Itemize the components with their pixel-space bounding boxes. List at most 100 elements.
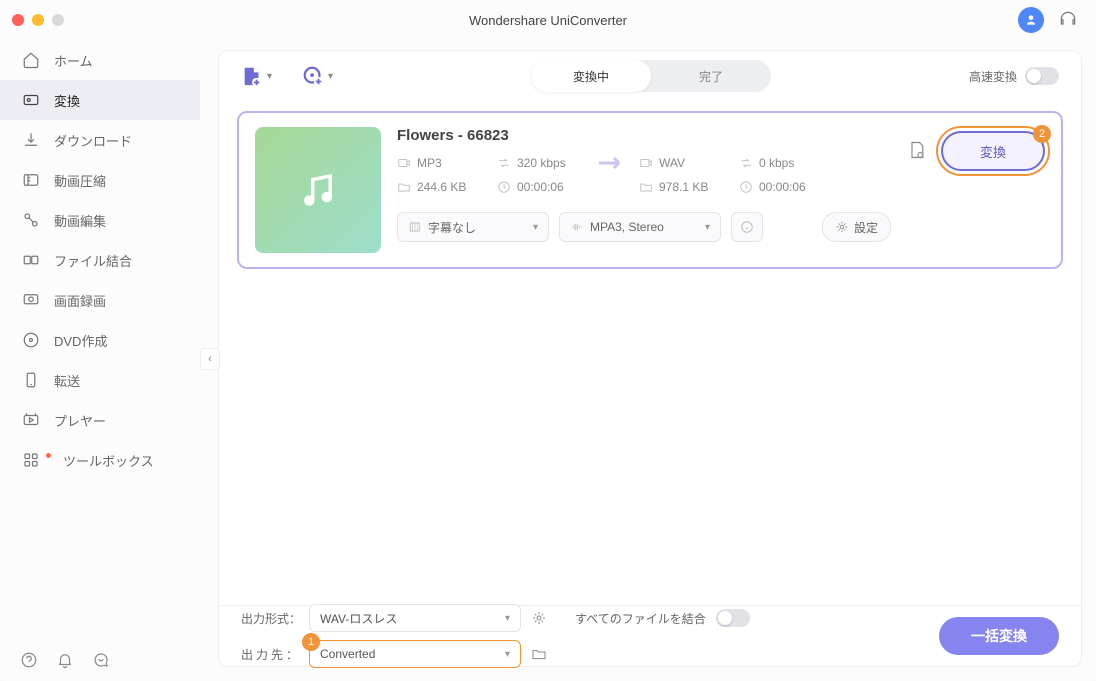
tab-converting[interactable]: 変換中 — [531, 60, 651, 92]
convert-icon — [22, 91, 40, 109]
file-gear-icon — [907, 140, 927, 160]
merge-files-label: すべてのファイルを結合 — [575, 610, 706, 627]
settings-button[interactable]: 設定 — [822, 212, 891, 242]
sidebar-item-toolbox[interactable]: ツールボックス — [0, 440, 200, 480]
app-title: Wondershare UniConverter — [469, 13, 627, 28]
sidebar-item-transfer[interactable]: 転送 — [0, 360, 200, 400]
sidebar-item-download[interactable]: ダウンロード — [0, 120, 200, 160]
sidebar-item-dvd[interactable]: DVD作成 — [0, 320, 200, 360]
music-note-icon — [297, 169, 339, 211]
convert-button[interactable]: 変換 2 — [941, 131, 1045, 171]
sidebar-item-label: 画面録画 — [54, 291, 106, 310]
maximize-window-icon[interactable] — [52, 14, 64, 26]
info-button[interactable] — [731, 212, 763, 242]
sidebar-footer — [20, 651, 110, 669]
clock-icon — [739, 180, 753, 194]
file-thumbnail — [255, 127, 381, 253]
transfer-icon — [22, 371, 40, 389]
folder-icon — [639, 180, 653, 194]
sidebar-item-label: プレヤー — [54, 411, 106, 430]
subtitle-icon — [408, 220, 422, 234]
main-panel: ▾ ▾ 変換中 完了 高速変換 Flowers - 66823 — [218, 50, 1082, 667]
folder-icon — [397, 180, 411, 194]
add-file-button[interactable]: ▾ — [241, 65, 272, 87]
clock-icon — [497, 180, 511, 194]
chevron-down-icon: ▾ — [505, 649, 510, 660]
sidebar: ホーム 変換 ダウンロード 動画圧縮 動画編集 ファイル結合 画面録画 DVD — [0, 40, 200, 681]
audio-track-select[interactable]: MPA3, Stereo ▾ — [559, 212, 721, 242]
output-format-select[interactable]: WAV-ロスレス ▾ — [309, 604, 521, 632]
toolbox-icon — [22, 451, 40, 469]
video-icon — [397, 156, 411, 170]
edit-icon — [22, 211, 40, 229]
sidebar-item-label: ホーム — [54, 51, 93, 70]
sidebar-item-label: 転送 — [54, 371, 80, 390]
convert-arrows-icon — [497, 156, 511, 170]
sidebar-item-label: 動画圧縮 — [54, 171, 106, 190]
titlebar: Wondershare UniConverter — [0, 0, 1096, 40]
sidebar-item-edit[interactable]: 動画編集 — [0, 200, 200, 240]
sidebar-item-record[interactable]: 画面録画 — [0, 280, 200, 320]
merge-files-toggle[interactable] — [716, 609, 750, 627]
window-controls — [12, 14, 64, 26]
gear-icon — [835, 220, 849, 234]
notifications-button[interactable] — [56, 651, 74, 669]
download-icon — [22, 131, 40, 149]
sidebar-item-player[interactable]: プレヤー — [0, 400, 200, 440]
add-disc-button[interactable]: ▾ — [302, 65, 333, 87]
help-button[interactable] — [20, 651, 38, 669]
player-icon — [22, 411, 40, 429]
sidebar-item-compress[interactable]: 動画圧縮 — [0, 160, 200, 200]
close-window-icon[interactable] — [12, 14, 24, 26]
file-add-icon — [241, 65, 263, 87]
info-icon — [740, 220, 754, 234]
output-path-label: 出力先： — [241, 646, 301, 663]
sidebar-collapse-button[interactable]: ‹ — [200, 348, 220, 370]
bottom-bar: 出力形式： WAV-ロスレス ▾ すべてのファイルを結合 出力先： Conver… — [219, 605, 1081, 666]
compress-icon — [22, 171, 40, 189]
sidebar-item-label: ファイル結合 — [54, 251, 132, 270]
batch-convert-button[interactable]: 一括変換 — [939, 617, 1059, 655]
convert-arrows-icon — [739, 156, 753, 170]
sidebar-item-merge[interactable]: ファイル結合 — [0, 240, 200, 280]
step-badge-2: 2 — [1033, 125, 1051, 143]
minimize-window-icon[interactable] — [32, 14, 44, 26]
sidebar-item-label: ツールボックス — [63, 451, 154, 470]
high-speed-toggle[interactable] — [1025, 67, 1059, 85]
chevron-left-icon: ‹ — [208, 353, 212, 365]
sidebar-item-home[interactable]: ホーム — [0, 40, 200, 80]
step-badge-1: 1 — [302, 633, 320, 651]
tab-done[interactable]: 完了 — [651, 60, 771, 92]
file-options-button[interactable] — [907, 140, 927, 163]
record-icon — [22, 291, 40, 309]
sidebar-item-label: 変換 — [54, 91, 80, 110]
format-settings-button[interactable] — [529, 608, 549, 628]
open-folder-button[interactable] — [529, 644, 549, 664]
subtitle-select[interactable]: 字幕なし ▾ — [397, 212, 549, 242]
sidebar-item-label: DVD作成 — [54, 331, 107, 350]
app-window: Wondershare UniConverter ホーム 変換 ダウンロード 動… — [0, 0, 1096, 681]
toolbar: ▾ ▾ 変換中 完了 高速変換 — [219, 51, 1081, 101]
file-title: Flowers - 66823 — [397, 127, 891, 144]
home-icon — [22, 51, 40, 69]
merge-icon — [22, 251, 40, 269]
folder-icon — [531, 646, 547, 662]
chevron-down-icon: ▾ — [505, 613, 510, 624]
output-format-label: 出力形式： — [241, 610, 301, 627]
chevron-down-icon: ▾ — [328, 71, 333, 82]
support-button[interactable] — [1058, 9, 1078, 32]
file-card: Flowers - 66823 MP3 320 kbps WAV 0 kbps … — [237, 111, 1063, 269]
arrow-right-icon — [597, 154, 625, 172]
user-icon — [1024, 13, 1038, 27]
waveform-icon — [570, 220, 584, 234]
user-avatar[interactable] — [1018, 7, 1044, 33]
chevron-down-icon: ▾ — [267, 71, 272, 82]
sidebar-item-convert[interactable]: 変換 — [0, 80, 200, 120]
output-path-select[interactable]: Converted ▾ 1 — [309, 640, 521, 668]
sidebar-item-label: ダウンロード — [54, 131, 132, 150]
high-speed-label: 高速変換 — [969, 68, 1017, 85]
status-tabs: 変換中 完了 — [531, 60, 771, 92]
chevron-down-icon: ▾ — [705, 222, 710, 233]
feedback-button[interactable] — [92, 651, 110, 669]
video-icon — [639, 156, 653, 170]
